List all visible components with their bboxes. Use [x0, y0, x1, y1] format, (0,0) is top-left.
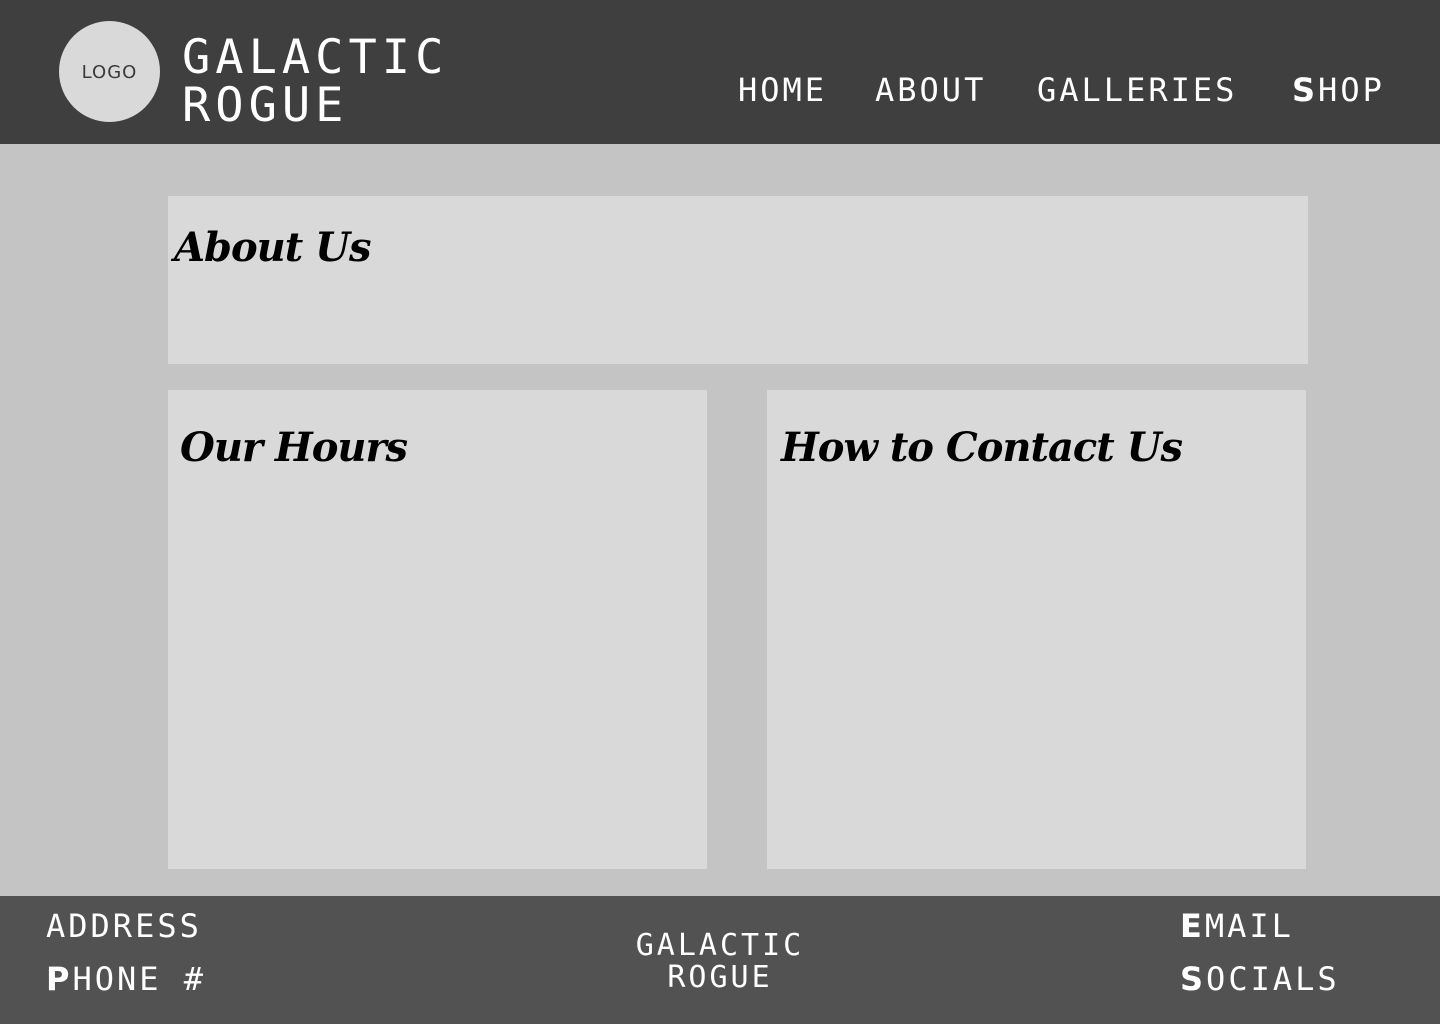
nav-shop-initial: S [1292, 71, 1319, 109]
our-hours-section: Our Hours [168, 390, 707, 869]
nav-shop-rest: HOP [1318, 71, 1385, 109]
footer-socials-link[interactable]: SOCIALS [1180, 961, 1340, 997]
footer-socials-initial: S [1180, 960, 1207, 998]
about-us-title: About Us [174, 224, 372, 271]
site-footer: ADDRESS PHONE # GALACTIC ROGUE EMAIL SOC… [0, 896, 1440, 1024]
footer-phone-rest: HONE # [72, 960, 207, 998]
main-nav: HOME ABOUT GALLERIES SHOP [0, 72, 1440, 112]
footer-socials-rest: OCIALS [1206, 960, 1340, 998]
site-header: LOGO GALACTIC ROGUE HOME ABOUT GALLERIES… [0, 0, 1440, 144]
about-us-section: About Us [168, 196, 1308, 364]
our-hours-title: Our Hours [180, 424, 408, 471]
contact-section: How to Contact Us [767, 390, 1306, 869]
footer-email-initial: E [1180, 907, 1205, 945]
nav-home-link[interactable]: HOME [738, 72, 827, 108]
footer-brand-line1: GALACTIC [635, 928, 805, 963]
footer-phone-initial: P [46, 960, 73, 998]
contact-title: How to Contact Us [781, 424, 1183, 471]
footer-address-link[interactable]: ADDRESS [46, 908, 202, 944]
footer-brand: GALACTIC ROGUE [620, 930, 820, 994]
nav-about-link[interactable]: ABOUT [875, 72, 986, 108]
footer-phone-link[interactable]: PHONE # [46, 961, 206, 997]
nav-galleries-link[interactable]: GALLERIES [1037, 72, 1237, 108]
footer-brand-line2: ROGUE [667, 960, 773, 995]
footer-email-link[interactable]: EMAIL [1180, 908, 1294, 944]
footer-email-rest: MAIL [1204, 907, 1294, 945]
nav-shop-link[interactable]: SHOP [1292, 72, 1385, 108]
